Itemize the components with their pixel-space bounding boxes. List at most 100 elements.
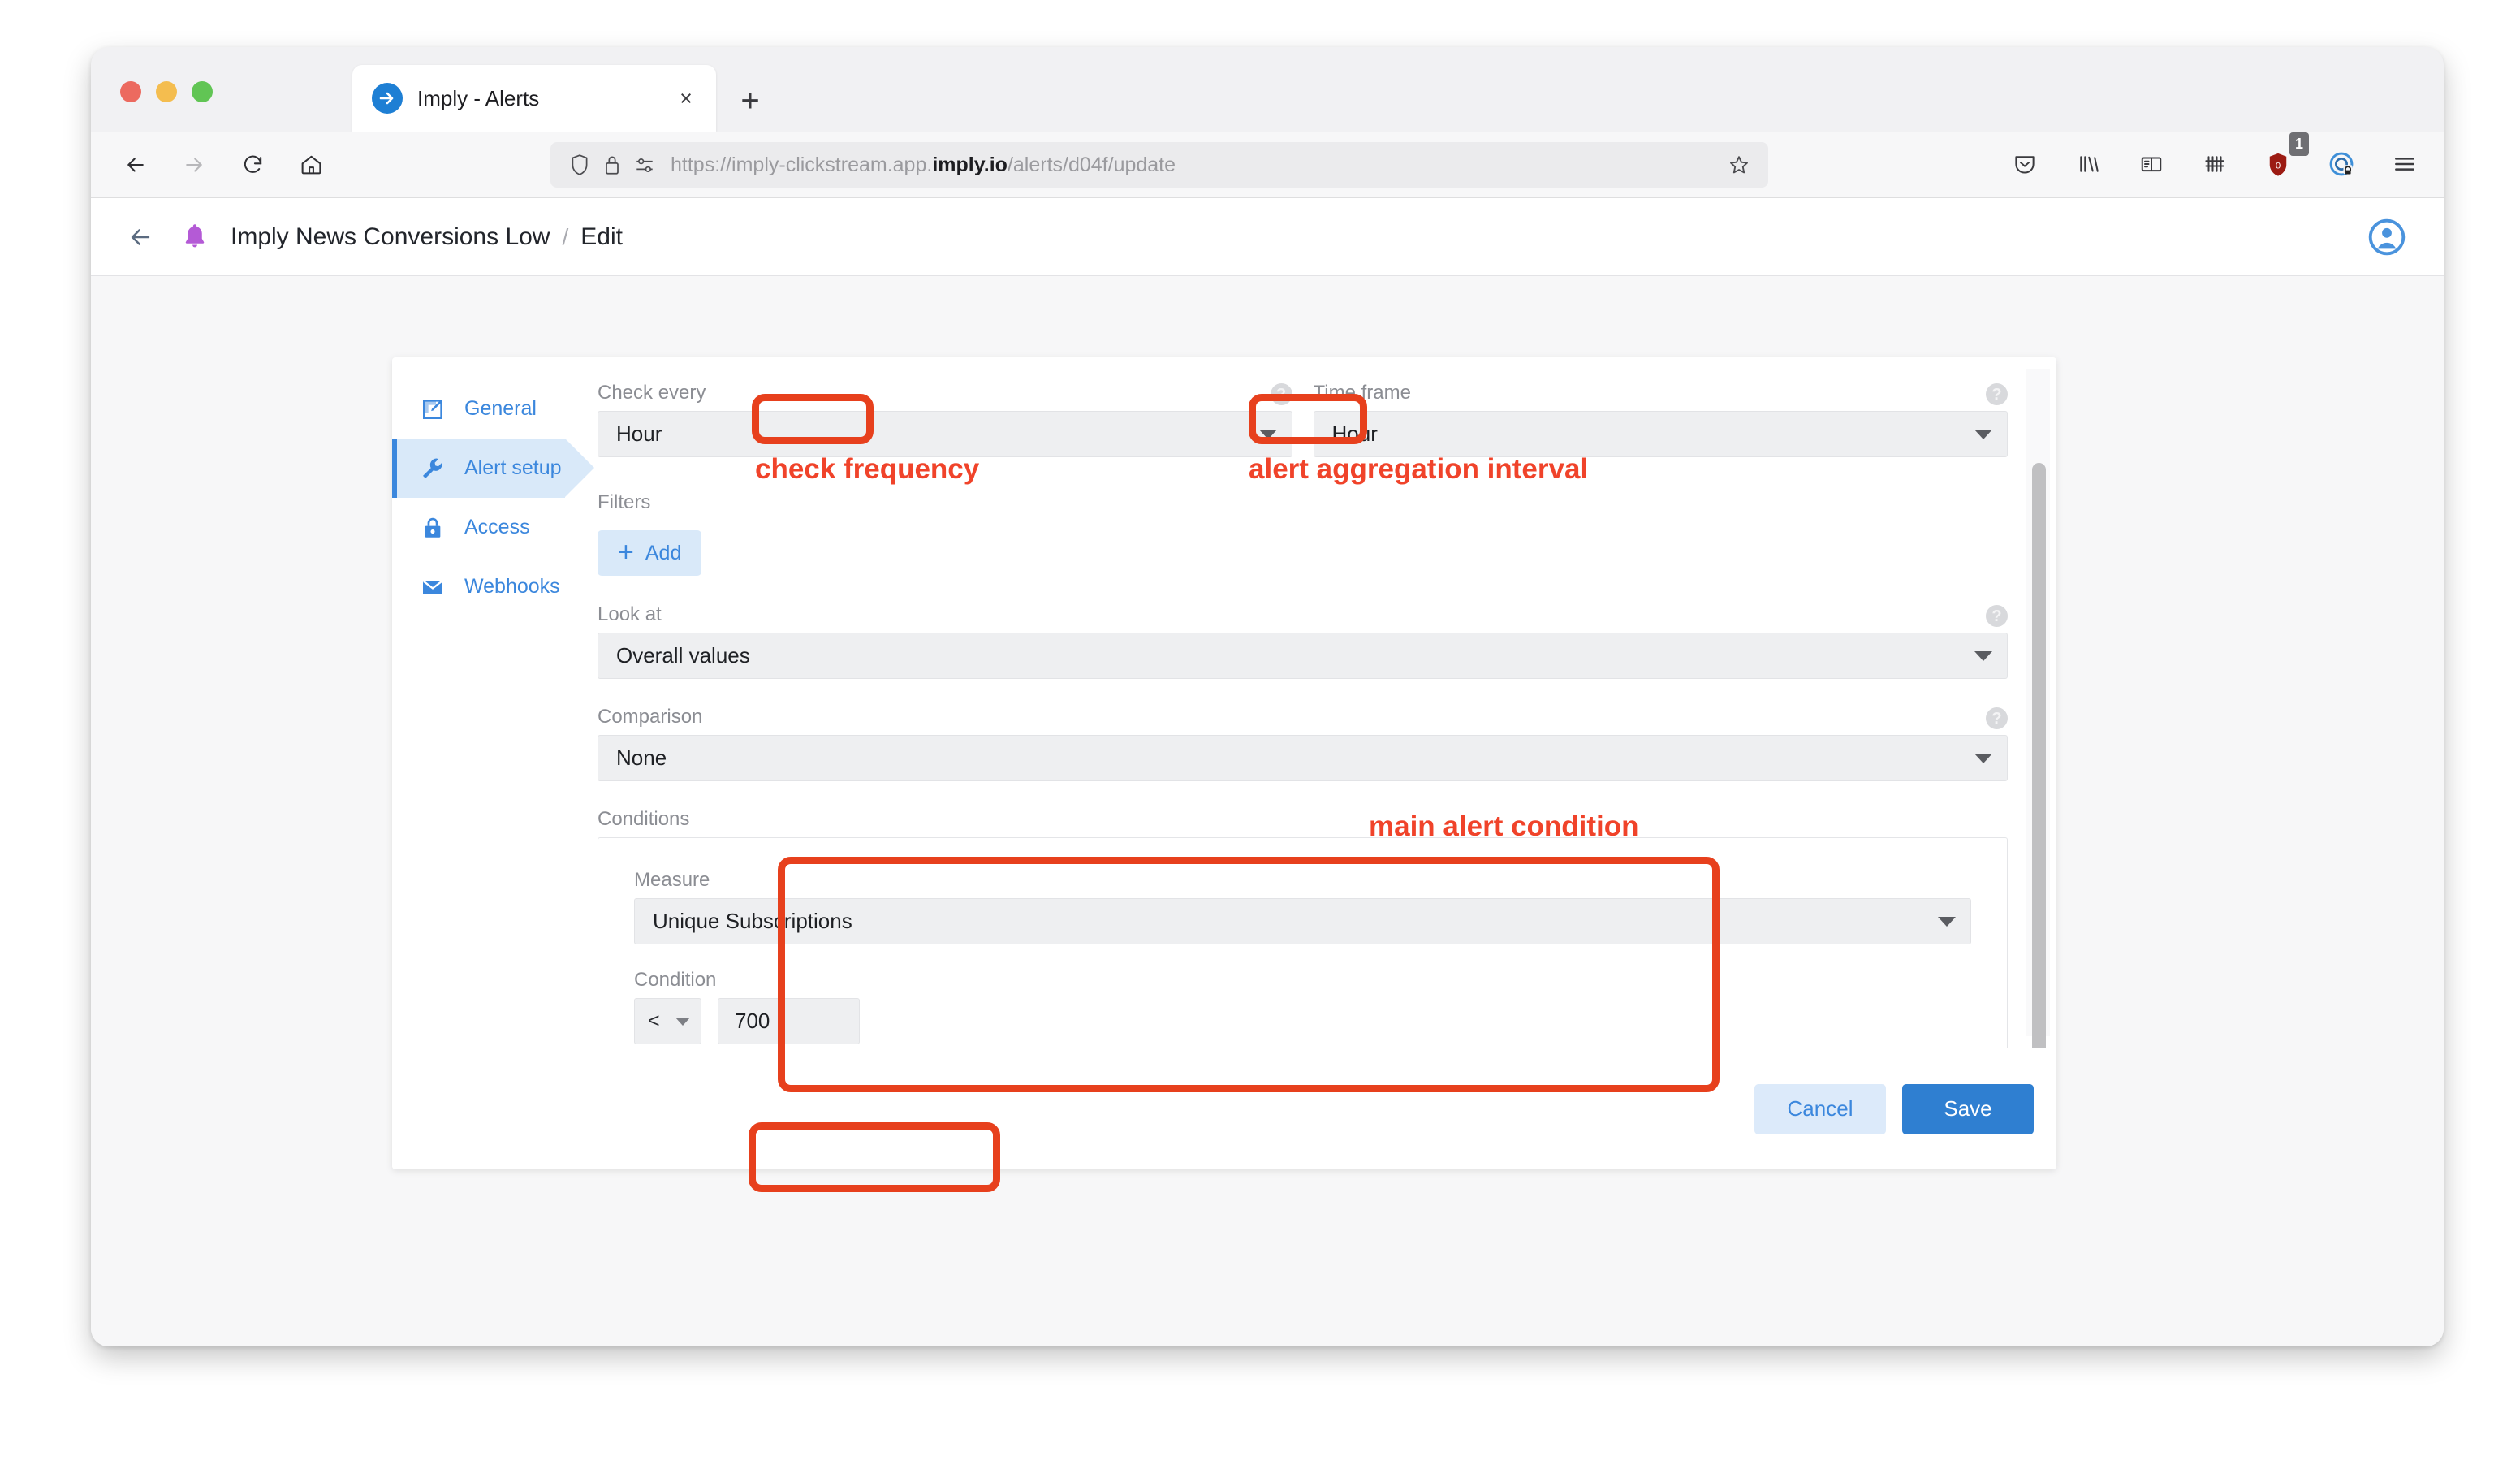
breadcrumb-alert-name[interactable]: Imply News Conversions Low — [231, 223, 550, 251]
threshold-value: 700 — [735, 1009, 770, 1033]
sidebar-item-general[interactable]: General — [392, 379, 565, 439]
url-bar[interactable]: https://imply-clickstream.app.imply.io/a… — [550, 142, 1768, 188]
settings-sidebar: General Alert setup Access Webhooks — [392, 357, 594, 1048]
back-icon[interactable] — [112, 141, 159, 188]
condition-item: Measure Unique Subscriptions Condition < — [623, 859, 1983, 1048]
sidebar-item-access[interactable]: Access — [392, 498, 565, 557]
library-icon[interactable] — [2067, 140, 2109, 188]
url-path: /alerts/d04f/update — [1007, 153, 1176, 176]
browser-tabstrip: Imply - Alerts × + — [91, 47, 2444, 132]
bookmark-star-icon[interactable] — [1723, 151, 1755, 179]
window-traffic-lights — [120, 81, 213, 102]
url-text: https://imply-clickstream.app.imply.io/a… — [671, 153, 1176, 177]
breadcrumb-page: Edit — [580, 223, 623, 250]
chevron-down-icon — [1258, 429, 1277, 439]
lock-icon[interactable] — [596, 151, 628, 179]
new-tab-button[interactable]: + — [732, 83, 768, 119]
chevron-down-icon — [1974, 650, 1992, 661]
filters-field: Filters + Add — [598, 491, 2008, 576]
check-every-field: Check every ? Hour — [598, 382, 1292, 457]
browser-toolbar-right: 0 1 — [2004, 132, 2426, 188]
chevron-down-icon — [675, 1017, 690, 1026]
add-filter-button[interactable]: + Add — [598, 530, 702, 576]
sidebar-item-alert-setup[interactable]: Alert setup — [392, 439, 594, 498]
card-footer: Cancel Save — [392, 1048, 2056, 1169]
forward-icon[interactable] — [170, 141, 218, 188]
look-at-select[interactable]: Overall values — [598, 633, 2008, 679]
svg-text:0: 0 — [2276, 161, 2281, 171]
save-button[interactable]: Save — [1902, 1083, 2034, 1134]
annotation-check-frequency: check frequency — [755, 453, 980, 485]
lock-icon — [419, 514, 447, 542]
sidebar-label: General — [464, 397, 537, 420]
operator-select[interactable]: < — [634, 998, 701, 1044]
arrow-circle-icon — [372, 83, 403, 114]
alert-bell-icon — [177, 219, 213, 255]
breadcrumb: Imply News Conversions Low / Edit — [231, 223, 623, 251]
browser-navbar: https://imply-clickstream.app.imply.io/a… — [91, 132, 2444, 198]
menu-icon[interactable] — [2384, 140, 2426, 188]
measure-value: Unique Subscriptions — [653, 909, 852, 933]
time-frame-value: Hour — [1331, 421, 1378, 446]
look-at-label: Look at — [598, 603, 662, 625]
time-frame-label: Time frame — [1313, 382, 1411, 404]
interval-row: Check every ? Hour Time frame ? Hour — [598, 382, 2008, 457]
maximize-window-button[interactable] — [192, 81, 213, 102]
browser-tab[interactable]: Imply - Alerts × — [352, 65, 716, 132]
annotation-main-alert-condition: main alert condition — [1369, 810, 1639, 842]
check-every-label: Check every — [598, 382, 706, 404]
look-at-value: Overall values — [616, 643, 750, 668]
comparison-select[interactable]: None — [598, 735, 2008, 781]
close-icon[interactable]: × — [667, 80, 705, 117]
avatar[interactable] — [2367, 218, 2406, 257]
reload-icon[interactable] — [229, 141, 276, 188]
conditions-label: Conditions — [598, 808, 690, 830]
cancel-button[interactable]: Cancel — [1754, 1083, 1886, 1134]
chevron-down-icon — [1938, 916, 1956, 927]
comparison-field: Comparison ? None — [598, 706, 2008, 781]
back-to-alerts-button[interactable] — [122, 218, 159, 256]
sidebar-label: Webhooks — [464, 575, 560, 598]
card-main: General Alert setup Access Webhooks Chec… — [392, 357, 2056, 1048]
minimize-window-button[interactable] — [156, 81, 177, 102]
annotation-aggregation-interval: alert aggregation interval — [1249, 453, 1589, 485]
plus-icon: + — [618, 536, 634, 568]
privacy-badger-icon[interactable] — [2320, 140, 2362, 188]
wrench-icon — [419, 455, 447, 482]
form-scrollbar-thumb[interactable] — [2032, 463, 2046, 1048]
ublock-shield-icon[interactable]: 0 1 — [2257, 132, 2309, 188]
alert-settings-card: General Alert setup Access Webhooks Chec… — [392, 357, 2056, 1169]
chevron-down-icon — [1974, 429, 1992, 439]
web-app: Imply News Conversions Low / Edit Genera… — [91, 198, 2444, 1346]
chevron-down-icon — [1974, 753, 1992, 763]
browser-window: Imply - Alerts × + https://imply-clickst… — [91, 47, 2444, 1346]
app-header: Imply News Conversions Low / Edit — [91, 198, 2444, 276]
shield-icon[interactable] — [563, 151, 596, 179]
sidebar-item-webhooks[interactable]: Webhooks — [392, 557, 565, 616]
condition-row: < 700 — [634, 998, 1971, 1044]
help-icon[interactable]: ? — [1986, 605, 2008, 627]
containers-icon[interactable] — [2194, 140, 2236, 188]
measure-select[interactable]: Unique Subscriptions — [634, 898, 1971, 944]
pocket-icon[interactable] — [2004, 140, 2046, 188]
help-icon[interactable]: ? — [1270, 383, 1292, 405]
comparison-value: None — [616, 745, 667, 770]
url-domain: imply.io — [932, 153, 1008, 176]
help-icon[interactable]: ? — [1986, 383, 2008, 405]
add-filter-label: Add — [645, 541, 682, 564]
permissions-icon[interactable] — [628, 151, 661, 179]
reader-icon[interactable] — [2130, 140, 2173, 188]
home-icon[interactable] — [287, 141, 334, 188]
threshold-input[interactable]: 700 — [718, 998, 860, 1044]
breadcrumb-separator: / — [562, 223, 569, 249]
filters-label: Filters — [598, 491, 651, 513]
help-icon[interactable]: ? — [1986, 707, 2008, 729]
time-frame-field: Time frame ? Hour — [1313, 382, 2008, 457]
time-frame-select[interactable]: Hour — [1313, 411, 2008, 457]
conditions-section: Conditions Measure Unique Subscriptions … — [598, 808, 2008, 1048]
tab-title: Imply - Alerts — [417, 85, 540, 110]
close-window-button[interactable] — [120, 81, 141, 102]
condition-label: Condition — [634, 969, 717, 991]
check-every-select[interactable]: Hour — [598, 411, 1292, 457]
edit-square-icon — [419, 395, 447, 423]
